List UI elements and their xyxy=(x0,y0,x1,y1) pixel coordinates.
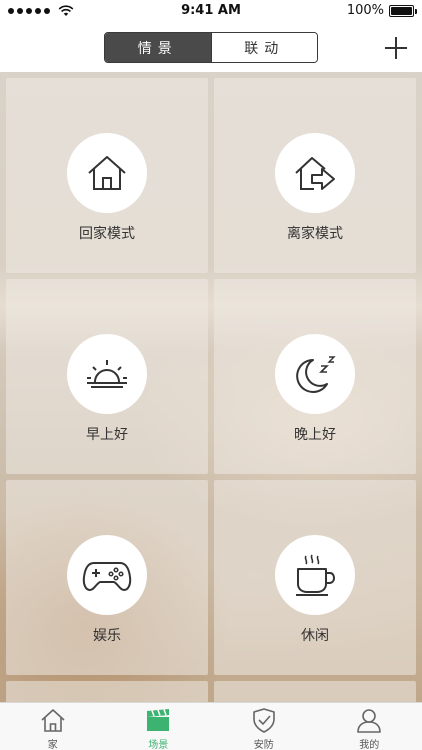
battery-status: 100% xyxy=(346,3,417,18)
scene-tile-partial[interactable] xyxy=(6,681,208,702)
scene-icon-circle xyxy=(275,133,355,213)
plus-icon[interactable] xyxy=(384,36,408,60)
tab-home[interactable]: 家 xyxy=(0,703,106,750)
scene-label: 离家模式 xyxy=(287,226,343,242)
scene-icon-circle xyxy=(67,133,147,213)
clapperboard-icon xyxy=(147,709,170,731)
tab-label: 安防 xyxy=(253,740,274,750)
scene-tile-home[interactable]: 回家模式 xyxy=(6,78,208,273)
scene-label: 休闲 xyxy=(301,628,329,644)
tab-bar: 家 场景 安防 我的 xyxy=(0,702,422,750)
segmented-control: 情景 联动 xyxy=(104,32,318,63)
leave-home-icon xyxy=(295,157,335,190)
tab-label: 家 xyxy=(47,740,58,750)
scene-icon-circle xyxy=(275,334,355,414)
gamepad-icon xyxy=(82,562,132,591)
moon-sleep-icon xyxy=(296,356,336,393)
home-icon xyxy=(41,709,65,732)
scene-label: 回家模式 xyxy=(79,226,135,242)
scene-label: 娱乐 xyxy=(93,628,121,644)
shield-icon xyxy=(252,708,275,733)
tab-mine[interactable]: 我的 xyxy=(317,703,422,750)
scene-icon-circle xyxy=(275,535,355,615)
scene-tile-good-morning[interactable]: 早上好 xyxy=(6,279,208,474)
tab-label: 场景 xyxy=(148,740,169,750)
segment-linkage[interactable]: 联动 xyxy=(210,33,317,62)
segment-scenes[interactable]: 情景 xyxy=(105,33,211,62)
battery-icon xyxy=(389,4,417,17)
home-icon xyxy=(88,156,126,190)
scene-label: 晚上好 xyxy=(294,427,336,443)
scene-icon-circle xyxy=(67,535,147,615)
scene-tile-good-evening[interactable]: 晚上好 xyxy=(214,279,416,474)
tab-scenes[interactable]: 场景 xyxy=(106,703,212,750)
scene-tile-partial[interactable] xyxy=(214,681,416,702)
scene-label: 早上好 xyxy=(86,427,128,443)
nav-bar: 情景 联动 xyxy=(0,22,422,72)
battery-percent: 100% xyxy=(346,3,384,18)
scene-grid: 回家模式 离家模式 早上好 晚上好 娱乐 休闲 xyxy=(0,72,422,702)
tab-label: 我的 xyxy=(359,740,380,750)
tab-security[interactable]: 安防 xyxy=(211,703,317,750)
scene-tile-leisure[interactable]: 休闲 xyxy=(214,480,416,675)
status-bar: 9:41 AM 100% xyxy=(0,0,422,22)
scene-tile-leave-home[interactable]: 离家模式 xyxy=(214,78,416,273)
scene-tile-entertainment[interactable]: 娱乐 xyxy=(6,480,208,675)
user-icon xyxy=(357,709,382,733)
sunrise-icon xyxy=(87,360,127,388)
scene-icon-circle xyxy=(67,334,147,414)
coffee-cup-icon xyxy=(296,554,336,596)
